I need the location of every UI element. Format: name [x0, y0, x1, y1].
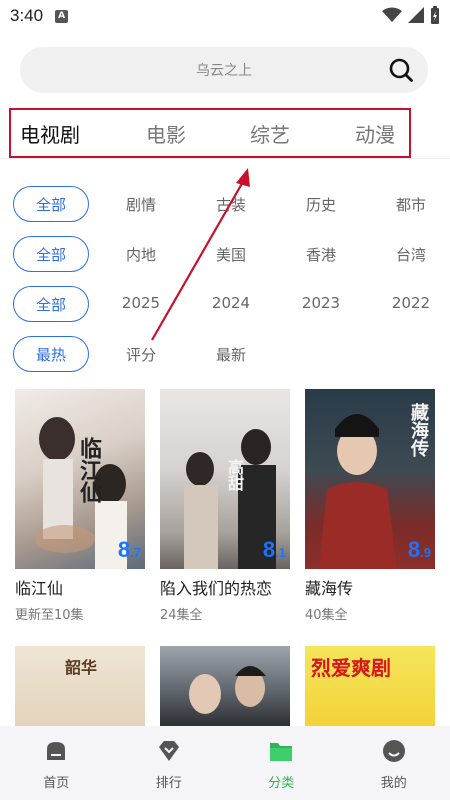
- filter-option[interactable]: 历史: [291, 194, 351, 215]
- drama-card[interactable]: 高甜 8.1 陷入我们的热恋 24集全: [160, 389, 290, 623]
- drama-card[interactable]: 烈爱爽剧: [305, 646, 435, 726]
- filter-option[interactable]: 台湾: [381, 244, 441, 265]
- drama-card[interactable]: [160, 646, 290, 726]
- notification-a-icon: A: [55, 9, 69, 23]
- nav-label: 首页: [43, 776, 70, 791]
- filter-option[interactable]: 内地: [111, 244, 171, 265]
- profile-icon: [382, 740, 405, 762]
- filter-option[interactable]: 2024: [201, 294, 261, 312]
- search-input[interactable]: 乌云之上: [196, 60, 252, 80]
- battery-icon: [431, 6, 439, 24]
- filter-option[interactable]: 2023: [291, 294, 351, 312]
- filter-option[interactable]: 都市: [381, 194, 441, 215]
- nav-category[interactable]: 分类: [225, 726, 338, 800]
- filter-row-region: 全部 内地 美国 香港 台湾: [0, 236, 450, 276]
- filter-option[interactable]: 2022: [381, 294, 441, 312]
- filter-chip-genre-all[interactable]: 全部: [13, 186, 89, 222]
- nav-label: 分类: [268, 776, 295, 791]
- status-icons: [382, 6, 440, 24]
- poster-image[interactable]: 烈爱爽剧: [305, 646, 435, 726]
- filter-row-year: 全部 2025 2024 2023 2022: [0, 286, 450, 326]
- rating-badge: 8.1: [262, 537, 286, 562]
- filter-option[interactable]: 古装: [201, 194, 261, 215]
- status-bar: 3:40 A: [0, 0, 450, 32]
- category-folder-icon: [270, 743, 293, 761]
- card-title[interactable]: 陷入我们的热恋: [160, 575, 290, 599]
- card-title[interactable]: 临江仙: [15, 575, 145, 599]
- bottom-navigation: 首页 排行 分类 我的: [0, 726, 450, 800]
- card-episode-status: 更新至10集: [15, 608, 84, 623]
- filter-row-genre: 全部 剧情 古装 历史 都市: [0, 186, 450, 226]
- poster-title-art: 韶华: [65, 658, 98, 677]
- poster-title-art: 高甜: [225, 459, 244, 491]
- nav-ranking[interactable]: 排行: [113, 726, 226, 800]
- poster-image[interactable]: 临江仙 8.7: [15, 389, 145, 569]
- drama-card[interactable]: 韶华: [15, 646, 145, 726]
- poster-image[interactable]: [160, 646, 290, 726]
- filter-row-sort: 最热 评分 最新: [0, 336, 450, 376]
- poster-image[interactable]: 韶华: [15, 646, 145, 726]
- filter-chip-sort-hot[interactable]: 最热: [13, 336, 89, 372]
- search-icon[interactable]: [388, 57, 414, 83]
- status-time: 3:40: [10, 6, 44, 25]
- ranking-icon: [158, 741, 179, 761]
- rating-badge: 8.9: [407, 537, 431, 562]
- nav-home[interactable]: 首页: [0, 726, 113, 800]
- poster-title-art: 临江仙: [76, 437, 102, 503]
- filter-chip-region-all[interactable]: 全部: [13, 236, 89, 272]
- filter-option[interactable]: 香港: [291, 244, 351, 265]
- filter-option[interactable]: 最新: [201, 344, 261, 365]
- poster-title-art: 烈爱爽剧: [311, 656, 391, 680]
- poster-title-art: 藏海传: [408, 403, 429, 457]
- poster-image[interactable]: 高甜 8.1: [160, 389, 290, 569]
- rating-badge: 8.7: [117, 537, 141, 562]
- card-episode-status: 24集全: [160, 608, 203, 623]
- nav-profile[interactable]: 我的: [338, 726, 450, 800]
- filter-option[interactable]: 评分: [111, 344, 171, 365]
- nav-label: 排行: [155, 776, 182, 791]
- card-episode-status: 40集全: [305, 608, 348, 623]
- filter-chip-year-all[interactable]: 全部: [13, 286, 89, 322]
- home-icon: [47, 742, 66, 760]
- search-bar[interactable]: 乌云之上: [20, 47, 428, 93]
- filter-option[interactable]: 2025: [111, 294, 171, 312]
- signal-icon: [408, 7, 424, 23]
- filter-option[interactable]: 剧情: [111, 194, 171, 215]
- wifi-icon: [382, 7, 402, 22]
- drama-card[interactable]: 藏海传 8.9 藏海传 40集全: [305, 389, 435, 623]
- poster-image[interactable]: 藏海传 8.9: [305, 389, 435, 569]
- annotation-highlight-box: [9, 108, 411, 158]
- filter-option[interactable]: 美国: [201, 244, 261, 265]
- nav-label: 我的: [380, 776, 407, 791]
- drama-card[interactable]: 临江仙 8.7 临江仙 更新至10集: [15, 389, 145, 623]
- card-title[interactable]: 藏海传: [305, 575, 435, 599]
